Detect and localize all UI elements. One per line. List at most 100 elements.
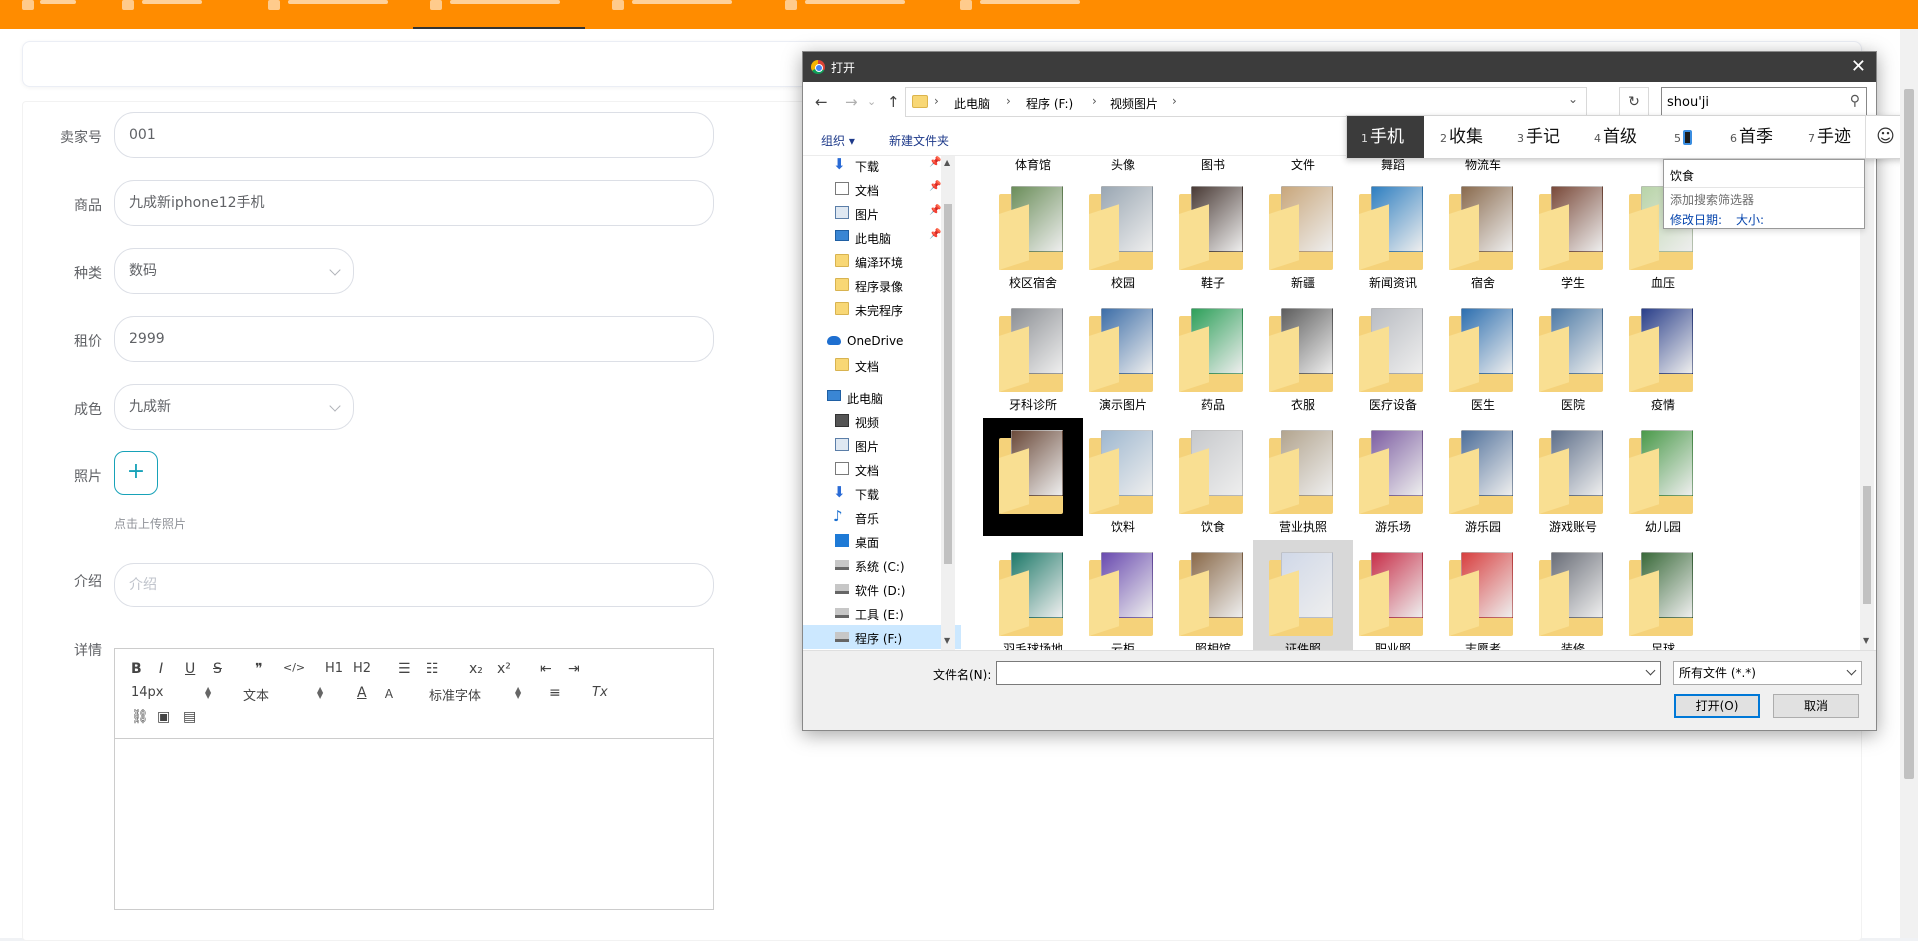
forward-icon[interactable]: → bbox=[845, 93, 858, 111]
nav-tab-5[interactable] bbox=[612, 0, 732, 29]
outdent-icon[interactable]: ⇤ bbox=[540, 661, 552, 677]
folder-item[interactable]: 医院 bbox=[1523, 296, 1623, 414]
folder-item[interactable]: 志愿者 bbox=[1433, 540, 1533, 650]
nav-drive-d[interactable]: 软件 (D:) bbox=[803, 577, 961, 601]
nav-drive-e[interactable]: 工具 (E:) bbox=[803, 601, 961, 625]
scroll-down-icon[interactable]: ▼ bbox=[1863, 636, 1869, 645]
ordered-list-icon[interactable]: ☰ bbox=[398, 661, 411, 677]
product-input[interactable]: 九成新iphone12手机 bbox=[114, 180, 714, 226]
h2-button[interactable]: H2 bbox=[353, 661, 371, 676]
nav-unfinished[interactable]: 未完程序 bbox=[803, 297, 961, 321]
address-dropdown-icon[interactable]: ⌄ bbox=[1568, 92, 1578, 106]
category-select[interactable]: 数码 bbox=[114, 248, 354, 294]
folder-item[interactable]: 头像 bbox=[1073, 156, 1173, 174]
nav-scroll-thumb[interactable] bbox=[944, 204, 952, 564]
folder-item[interactable]: 幼儿园 bbox=[1613, 418, 1713, 536]
condition-select[interactable]: 九成新 bbox=[114, 384, 354, 430]
folder-item[interactable]: 游乐场 bbox=[1343, 418, 1443, 536]
organize-button[interactable]: 组织 ▾ bbox=[821, 132, 855, 149]
folder-item[interactable]: 衣服 bbox=[1253, 296, 1353, 414]
path-video-images[interactable]: 视频图片 bbox=[1110, 95, 1158, 112]
search-input[interactable]: shou'ji ⚲ bbox=[1661, 87, 1867, 117]
nav-pc[interactable]: 此电脑 bbox=[803, 385, 961, 409]
folder-item[interactable]: 文件 bbox=[1253, 156, 1353, 174]
folder-item[interactable]: 新闻资讯 bbox=[1343, 174, 1443, 292]
subscript-button[interactable]: x₂ bbox=[469, 661, 483, 677]
link-icon[interactable]: ⛓ bbox=[131, 709, 149, 725]
folder-item[interactable]: 证件照 bbox=[1253, 540, 1353, 650]
align-icon[interactable]: ≡ bbox=[549, 685, 561, 701]
path-drive-f[interactable]: 程序 (F:) bbox=[1026, 95, 1073, 112]
nav-onedrive-docs[interactable]: 文档 bbox=[803, 353, 961, 377]
back-icon[interactable]: ← bbox=[815, 93, 828, 111]
grid-scrollbar[interactable]: ▼ bbox=[1860, 156, 1874, 650]
nav-env[interactable]: 编泽环境 bbox=[803, 249, 961, 273]
folder-item[interactable]: 照相馆 bbox=[1163, 540, 1263, 650]
folder-item[interactable]: 医生 bbox=[1433, 296, 1533, 414]
folder-item[interactable]: 游戏账号 bbox=[1523, 418, 1623, 536]
folder-item[interactable]: 云柜 bbox=[1073, 540, 1173, 650]
folder-item[interactable]: 音乐 bbox=[983, 418, 1083, 536]
bold-button[interactable]: B bbox=[131, 661, 142, 677]
quote-icon[interactable]: ❞ bbox=[255, 661, 263, 677]
folder-item[interactable]: 牙科诊所 bbox=[983, 296, 1083, 414]
folder-item[interactable]: 装修 bbox=[1523, 540, 1623, 650]
indent-icon[interactable]: ⇥ bbox=[568, 661, 580, 677]
folder-item[interactable]: 新疆 bbox=[1253, 174, 1353, 292]
suggestion-item[interactable]: 饮食 bbox=[1670, 167, 1694, 184]
new-folder-button[interactable]: 新建文件夹 bbox=[889, 132, 949, 149]
folder-item[interactable]: 校区宿舍 bbox=[983, 174, 1083, 292]
folder-item[interactable]: 饮料 bbox=[1073, 418, 1173, 536]
image-icon[interactable]: ▣ bbox=[157, 709, 170, 725]
nav-pc-downloads[interactable]: ⬇ 下载 bbox=[803, 481, 961, 505]
recent-dropdown-icon[interactable]: ⌄ bbox=[867, 95, 876, 108]
folder-item[interactable]: 饮食 bbox=[1163, 418, 1263, 536]
nav-recordings[interactable]: 程序录像 bbox=[803, 273, 961, 297]
bg-color-icon[interactable]: Ａ bbox=[383, 685, 395, 702]
nav-pc-pictures[interactable]: 图片 bbox=[803, 433, 961, 457]
nav-pictures[interactable]: 图片 📌 bbox=[803, 201, 961, 225]
nav-desktop[interactable]: 桌面 bbox=[803, 529, 961, 553]
bullet-list-icon[interactable]: ☷ bbox=[426, 661, 439, 677]
nav-tab-2[interactable] bbox=[122, 0, 212, 29]
seller-input[interactable]: 001 bbox=[114, 112, 714, 158]
up-icon[interactable]: ↑ bbox=[887, 93, 900, 111]
folder-item[interactable]: 营业执照 bbox=[1253, 418, 1353, 536]
font-family-select[interactable]: 标准字体 ▲ ▼ bbox=[429, 685, 521, 705]
refresh-button[interactable]: ↻ bbox=[1619, 87, 1649, 117]
nav-drive-c[interactable]: 系统 (C:) bbox=[803, 553, 961, 577]
ime-candidate-4[interactable]: 4 首级 bbox=[1594, 116, 1637, 158]
font-size-select[interactable]: 14px ▲ ▼ bbox=[131, 685, 211, 700]
address-bar[interactable]: › 此电脑 › 程序 (F:) › 视频图片 › ⌄ bbox=[905, 87, 1587, 117]
folder-item[interactable]: 医疗设备 bbox=[1343, 296, 1443, 414]
folder-item[interactable]: 游乐园 bbox=[1433, 418, 1533, 536]
nav-this-pc-quick[interactable]: 此电脑 📌 bbox=[803, 225, 961, 249]
folder-item[interactable]: 学生 bbox=[1523, 174, 1623, 292]
italic-button[interactable]: I bbox=[159, 661, 163, 677]
nav-tab-7[interactable] bbox=[960, 0, 1080, 29]
folder-item[interactable]: 药品 bbox=[1163, 296, 1263, 414]
folder-item[interactable]: 鞋子 bbox=[1163, 174, 1263, 292]
nav-video[interactable]: 视频 bbox=[803, 409, 961, 433]
folder-item[interactable]: 羽毛球场地 bbox=[983, 540, 1083, 650]
grid-scroll-thumb[interactable] bbox=[1863, 486, 1871, 604]
filter-date-link[interactable]: 修改日期: bbox=[1670, 211, 1722, 228]
folder-item[interactable]: 足球 bbox=[1613, 540, 1713, 650]
chevron-down-icon[interactable] bbox=[1645, 665, 1656, 676]
folder-item[interactable]: 职业照 bbox=[1343, 540, 1443, 650]
ime-candidate-1[interactable]: 1 手机 bbox=[1347, 116, 1424, 158]
emoji-icon[interactable]: ☺ bbox=[1865, 116, 1905, 158]
intro-textarea[interactable]: 介绍 bbox=[114, 563, 714, 607]
filter-size-link[interactable]: 大小: bbox=[1736, 211, 1764, 228]
font-color-icon[interactable]: A bbox=[357, 685, 367, 701]
price-input[interactable]: 2999 bbox=[114, 316, 714, 362]
folder-item[interactable]: 疫情 bbox=[1613, 296, 1713, 414]
folder-item[interactable]: 体育馆 bbox=[983, 156, 1083, 174]
ime-candidate-6[interactable]: 6 首季 bbox=[1730, 116, 1773, 158]
upload-photo-button[interactable]: + bbox=[114, 451, 158, 495]
nav-tab-3[interactable] bbox=[268, 0, 408, 29]
scroll-down-icon[interactable]: ▼ bbox=[944, 636, 950, 645]
nav-tab-6[interactable] bbox=[785, 0, 905, 29]
nav-docs[interactable]: 文档 📌 bbox=[803, 177, 961, 201]
nav-onedrive[interactable]: OneDrive bbox=[803, 329, 961, 353]
